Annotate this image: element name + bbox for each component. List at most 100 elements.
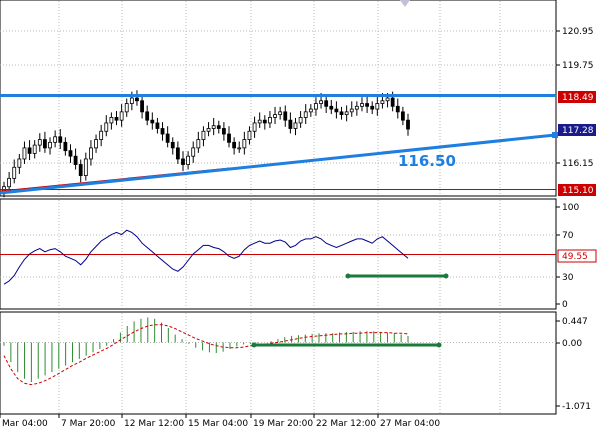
candle-body	[27, 147, 32, 154]
candle-body	[334, 108, 339, 113]
candle-body	[232, 141, 237, 149]
candle-body	[89, 147, 93, 160]
price-tag-last-value: 117.28	[562, 126, 594, 136]
candle-body	[221, 128, 226, 135]
candle-body	[349, 108, 354, 113]
candle-body	[99, 130, 104, 140]
candle-body	[78, 164, 83, 176]
price-axis-label: 120.95	[562, 27, 594, 37]
time-axis-label: 22 Mar 12:00	[316, 419, 376, 429]
candle-body	[206, 128, 211, 132]
rsi-level-value: 49.55	[562, 252, 588, 262]
candle-body	[268, 117, 272, 124]
candle-body	[160, 128, 165, 135]
candle-body	[400, 111, 405, 121]
price-tag-support: 115.10	[558, 184, 596, 196]
candle-body	[175, 147, 180, 160]
rsi-axis-label: 30	[562, 273, 574, 283]
price-panel	[0, 0, 557, 197]
candle-body	[124, 103, 129, 113]
candle-body	[288, 119, 293, 129]
candle-body	[242, 139, 247, 149]
candle-body	[22, 147, 27, 160]
candle-body	[370, 105, 375, 110]
trendline-handle-icon[interactable]	[552, 132, 558, 138]
candle-body	[170, 141, 175, 149]
price-tag-resistance: 118.49	[558, 91, 596, 103]
candle-body	[390, 97, 395, 107]
candle-body	[109, 117, 114, 124]
candle-body	[278, 111, 283, 116]
candle-body	[365, 103, 369, 107]
candle-body	[32, 144, 37, 154]
candle-body	[94, 139, 98, 149]
candle-body	[395, 105, 400, 113]
macd-axis-label: -1.071	[562, 402, 591, 412]
time-axis-label: 27 Mar 04:00	[380, 419, 440, 429]
candle-body	[83, 158, 88, 177]
candle-body	[375, 103, 380, 110]
time-axis-label: 15 Mar 04:00	[188, 419, 248, 429]
candle-body	[283, 111, 288, 121]
rsi-marker-start-icon[interactable]	[345, 273, 351, 279]
candle-body	[186, 155, 191, 165]
candle-body	[211, 125, 216, 129]
chart-canvas: 116.50 120.95 119.75 116.15 118.49 117.2…	[0, 0, 597, 429]
time-axis-label: 12 Mar 12:00	[124, 419, 184, 429]
candle-body	[293, 122, 298, 129]
candle-body	[73, 155, 78, 165]
candle-body	[58, 136, 63, 143]
candle-body	[181, 158, 185, 165]
candle-body	[129, 97, 134, 104]
rsi-axis-label: 0	[562, 300, 568, 310]
candle-body	[145, 111, 150, 121]
candle-body	[12, 166, 17, 179]
candle-body	[140, 100, 144, 113]
time-axis-label: 19 Mar 20:00	[253, 419, 313, 429]
candle-body	[303, 111, 308, 118]
candle-body	[385, 97, 390, 102]
candle-body	[308, 108, 313, 113]
macd-axis-label: 0.00	[562, 339, 582, 349]
macd-marker-start-icon[interactable]	[251, 342, 257, 348]
candle-body	[319, 100, 323, 104]
candle-body	[150, 119, 155, 124]
macd-marker-end-icon[interactable]	[436, 342, 442, 348]
candle-body	[53, 136, 58, 143]
price-axis-label: 119.75	[562, 61, 594, 71]
candle-body	[191, 147, 196, 157]
candle-body	[354, 105, 359, 110]
price-tag-resistance-value: 118.49	[562, 93, 594, 103]
candle-body	[48, 141, 52, 149]
trendline-annotation: 116.50	[398, 152, 456, 170]
macd-axis-label: 0.447	[562, 317, 588, 327]
macd-axis: 0.447 0.00 -1.071	[556, 317, 591, 412]
price-tag-support-value: 115.10	[562, 186, 594, 196]
candle-body	[37, 139, 42, 146]
candle-body	[339, 111, 344, 116]
candle-body	[344, 111, 349, 116]
price-tag-last: 117.28	[558, 124, 596, 136]
rsi-level-tag: 49.55	[557, 249, 597, 263]
candle-body	[135, 97, 139, 102]
candle-body	[43, 139, 47, 149]
candle-body	[7, 177, 12, 188]
candle-body	[119, 111, 124, 121]
candle-body	[257, 119, 262, 124]
candle-body	[165, 133, 170, 143]
time-axis: Mar 04:00 7 Mar 20:00 12 Mar 12:00 15 Ma…	[0, 414, 440, 429]
candle-body	[201, 130, 206, 140]
time-axis-label: Mar 04:00	[2, 419, 48, 429]
candle-body	[380, 100, 385, 104]
candle-body	[237, 147, 242, 150]
candle-body	[314, 103, 318, 110]
rsi-axis-label: 100	[562, 203, 579, 213]
candle-body	[360, 103, 364, 107]
candle-body	[68, 150, 73, 157]
candle-body	[227, 133, 231, 143]
rsi-marker-end-icon[interactable]	[443, 273, 449, 279]
candle-body	[247, 130, 252, 140]
rsi-axis-label: 70	[562, 231, 574, 241]
price-axis-label: 116.15	[562, 159, 594, 169]
candle-body	[406, 119, 410, 130]
